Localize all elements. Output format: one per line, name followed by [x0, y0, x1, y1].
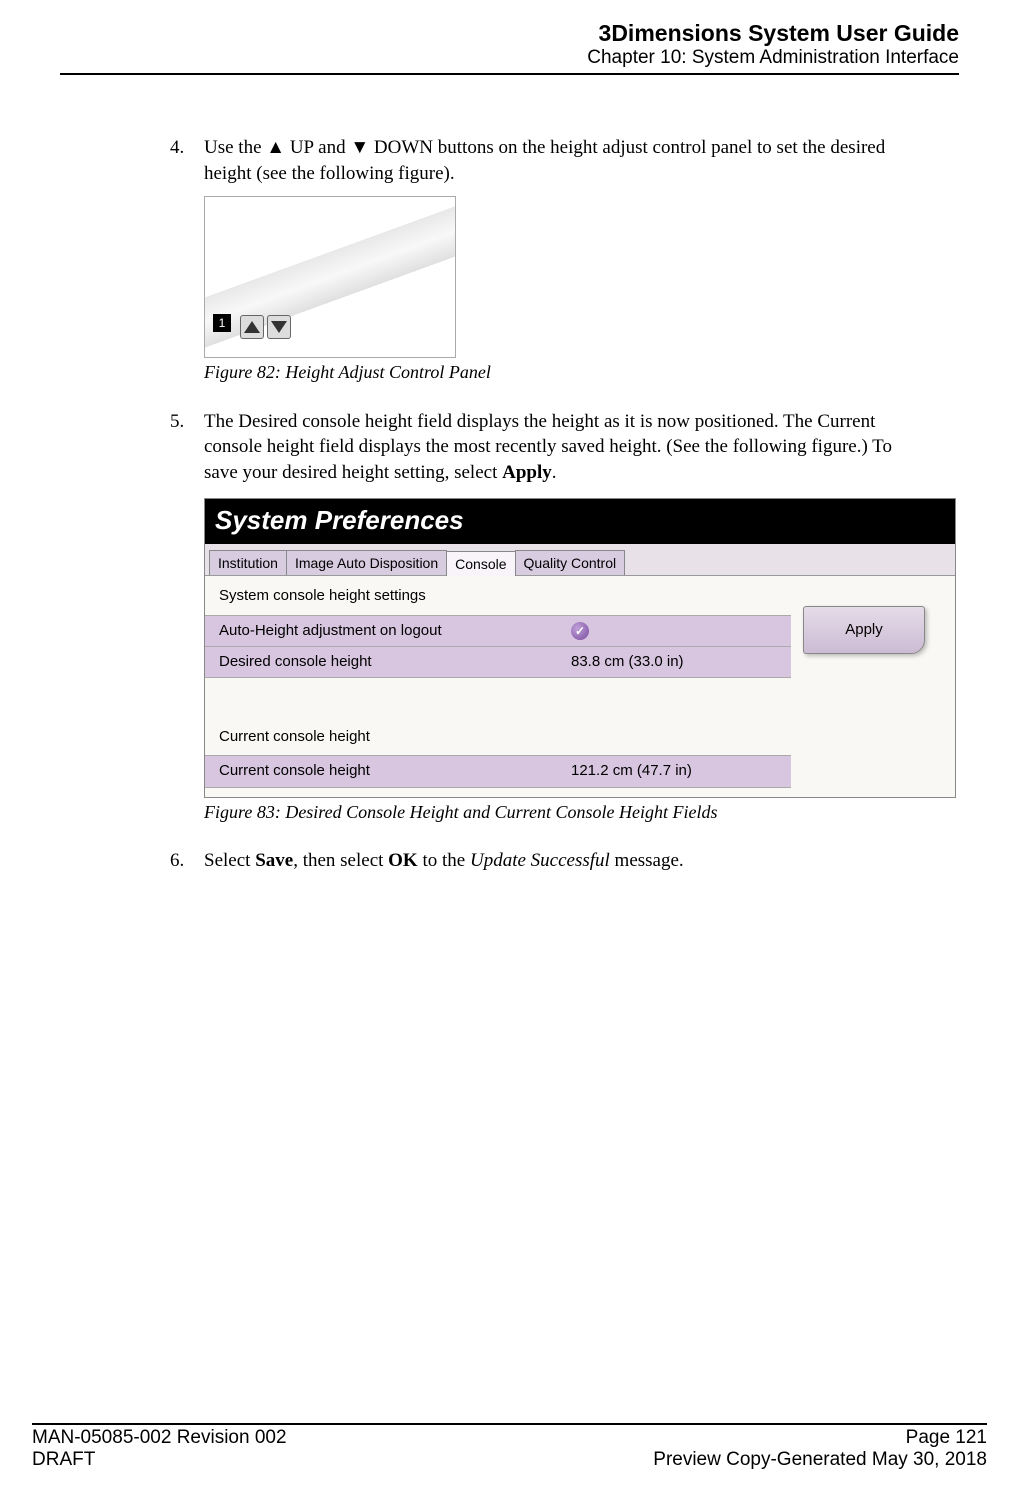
step-4: 4. Use the ▲ UP and ▼ DOWN buttons on th…	[170, 135, 919, 186]
step-number: 6.	[170, 848, 204, 874]
doc-status: DRAFT	[32, 1449, 287, 1471]
page-header: 3Dimensions System User Guide Chapter 10…	[60, 20, 959, 75]
row-desired-height: Desired console height 83.8 cm (33.0 in)	[205, 646, 791, 678]
step-text: Select Save, then select OK to the Updat…	[204, 848, 919, 874]
height-buttons	[240, 315, 291, 339]
page-number: Page 121	[653, 1427, 987, 1449]
control-panel-illustration: 1	[204, 196, 456, 358]
doc-number: MAN-05085-002 Revision 002	[32, 1427, 287, 1449]
group-title-settings: System console height settings	[205, 576, 791, 614]
tab-bar: Institution Image Auto Disposition Conso…	[205, 544, 955, 577]
step-text: The Desired console height field display…	[204, 409, 919, 486]
figure-83-caption: Figure 83: Desired Console Height and Cu…	[204, 800, 919, 824]
window-title: System Preferences	[205, 499, 955, 544]
label-current-height: Current console height	[219, 761, 571, 781]
up-button-icon	[240, 315, 264, 339]
step-6: 6. Select Save, then select OK to the Up…	[170, 848, 919, 874]
doc-title: 3Dimensions System User Guide	[60, 20, 959, 47]
step-number: 5.	[170, 409, 204, 486]
callout-marker: 1	[213, 314, 231, 332]
label-desired-height: Desired console height	[219, 652, 571, 672]
figure-82-caption: Figure 82: Height Adjust Control Panel	[204, 360, 919, 384]
tab-image-auto-disposition[interactable]: Image Auto Disposition	[286, 550, 447, 576]
down-arrow-icon: ▼	[350, 137, 369, 158]
generated-line: Preview Copy-Generated May 30, 2018	[653, 1449, 987, 1471]
label-auto-height: Auto-Height adjustment on logout	[219, 621, 571, 641]
apply-button[interactable]: Apply	[803, 606, 925, 654]
group-title-current: Current console height	[205, 717, 791, 755]
tab-institution[interactable]: Institution	[209, 550, 287, 576]
step-number: 4.	[170, 135, 204, 186]
value-auto-height: ✓	[571, 622, 781, 640]
tab-console[interactable]: Console	[446, 551, 515, 577]
row-auto-height: Auto-Height adjustment on logout ✓	[205, 615, 791, 647]
step-text: Use the ▲ UP and ▼ DOWN buttons on the h…	[204, 135, 919, 186]
up-arrow-icon: ▲	[266, 137, 285, 158]
down-button-icon	[267, 315, 291, 339]
value-desired-height: 83.8 cm (33.0 in)	[571, 652, 781, 672]
page-content: 4. Use the ▲ UP and ▼ DOWN buttons on th…	[170, 135, 919, 874]
page-footer: MAN-05085-002 Revision 002 DRAFT Page 12…	[32, 1423, 987, 1471]
tab-quality-control[interactable]: Quality Control	[515, 550, 626, 576]
step-5: 5. The Desired console height field disp…	[170, 409, 919, 486]
check-icon[interactable]: ✓	[571, 622, 589, 640]
figure-82: 1	[204, 196, 919, 358]
figure-83: System Preferences Institution Image Aut…	[204, 498, 956, 798]
value-current-height: 121.2 cm (47.7 in)	[571, 761, 781, 781]
chapter-title: Chapter 10: System Administration Interf…	[60, 47, 959, 69]
row-current-height: Current console height 121.2 cm (47.7 in…	[205, 755, 791, 787]
